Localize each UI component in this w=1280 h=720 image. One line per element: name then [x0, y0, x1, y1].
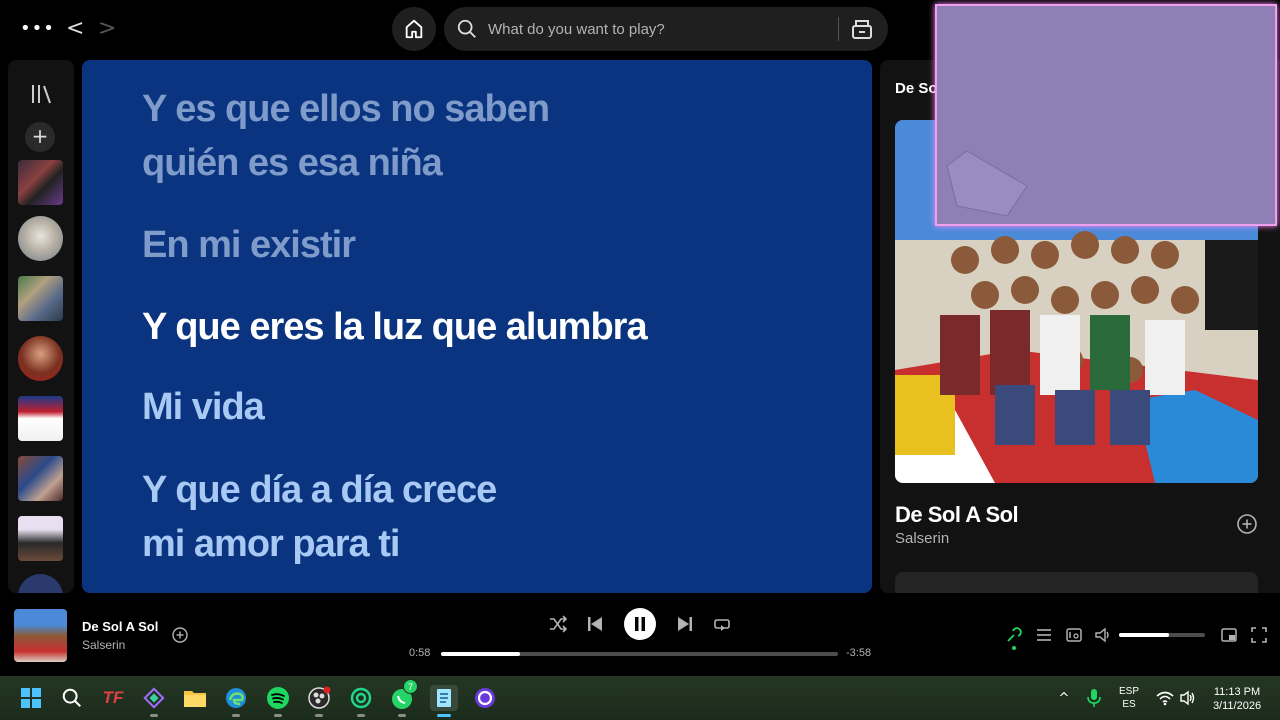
- lyric-line[interactable]: En mi existir: [142, 218, 356, 272]
- windows-logo-icon: [21, 688, 41, 708]
- clock[interactable]: 11:13 PM 3/11/2026: [1204, 685, 1270, 713]
- active-indicator: [437, 714, 451, 717]
- create-playlist-button[interactable]: +: [25, 122, 55, 152]
- fullscreen-icon[interactable]: [1250, 626, 1268, 644]
- library-item-album[interactable]: [18, 516, 63, 561]
- running-indicator: [398, 714, 406, 717]
- lyrics-active-indicator: [1012, 646, 1016, 650]
- now-playing-artist-link[interactable]: Salserin: [82, 638, 125, 652]
- lyric-line[interactable]: mi amor para ti: [142, 517, 400, 571]
- obs-app-icon[interactable]: [306, 685, 332, 717]
- keyboard-layout-code: ES: [1122, 699, 1136, 710]
- picture-in-picture-overlay[interactable]: [935, 4, 1277, 226]
- forward-arrow-icon[interactable]: >: [98, 16, 116, 41]
- pause-button[interactable]: [624, 608, 656, 640]
- library-icon[interactable]: [29, 82, 53, 106]
- library-sidebar: +: [8, 60, 74, 593]
- previous-track-icon[interactable]: [585, 614, 605, 634]
- spotify-taskbar-icon[interactable]: [265, 685, 291, 717]
- artist-about-card[interactable]: [895, 572, 1258, 593]
- running-indicator: [232, 714, 240, 717]
- clock-time: 11:13 PM: [1213, 686, 1261, 698]
- library-item-artist-2[interactable]: [18, 336, 63, 381]
- start-button[interactable]: [18, 685, 44, 711]
- remaining-time: -3:58: [846, 647, 872, 659]
- lyrics-panel: Y es que ellos no saben quién es esa niñ…: [82, 60, 872, 593]
- clock-date: 3/11/2026: [1212, 700, 1262, 712]
- search-divider: [838, 17, 839, 41]
- now-playing-cover[interactable]: [14, 609, 67, 662]
- chatgpt-app-icon[interactable]: [348, 685, 374, 717]
- next-track-icon[interactable]: [675, 614, 695, 634]
- edge-browser-icon[interactable]: [223, 685, 249, 717]
- search-icon: [62, 688, 81, 707]
- queue-icon[interactable]: [1035, 626, 1053, 644]
- library-item-artist-3[interactable]: [18, 574, 63, 593]
- input-language[interactable]: ESP ES: [1115, 685, 1143, 711]
- home-button[interactable]: [392, 7, 436, 51]
- lyrics-icon[interactable]: [1005, 626, 1023, 644]
- library-item-playlist-1[interactable]: [18, 160, 63, 205]
- now-playing-artist[interactable]: Salserin: [895, 530, 949, 547]
- pip-video-frame: [946, 150, 1028, 217]
- shuffle-icon[interactable]: [548, 614, 568, 634]
- lyric-line-current[interactable]: Y que eres la luz que alumbra: [142, 300, 648, 354]
- playback-progress-bar[interactable]: [441, 652, 838, 656]
- running-indicator: [315, 714, 323, 717]
- taskbar-search-button[interactable]: [59, 685, 85, 711]
- taskbar: TF 7 ^ ESP ES 11:13 PM 3/11/2026: [0, 676, 1280, 720]
- search-icon[interactable]: [456, 18, 478, 40]
- library-item-podcast[interactable]: [18, 396, 63, 441]
- lyric-line[interactable]: quién es esa niña: [142, 136, 443, 190]
- lyric-line[interactable]: Mi vida: [142, 380, 265, 434]
- cortana-app-icon[interactable]: [472, 685, 498, 711]
- volume-slider[interactable]: [1119, 633, 1205, 637]
- now-playing-song-title[interactable]: De Sol A Sol: [895, 502, 1019, 528]
- now-playing-title[interactable]: De Sol A Sol: [82, 619, 158, 634]
- browse-icon[interactable]: [850, 18, 874, 40]
- home-icon: [405, 19, 423, 39]
- file-explorer-icon[interactable]: [182, 685, 208, 711]
- running-indicator: [150, 714, 158, 717]
- library-item-playlist-2[interactable]: [18, 276, 63, 321]
- library-item-playlist-3[interactable]: [18, 456, 63, 501]
- lyric-line[interactable]: Y es que ellos no saben: [142, 82, 550, 136]
- playback-progress-fill: [441, 652, 521, 656]
- speaker-icon[interactable]: [1175, 685, 1201, 711]
- back-arrow-icon[interactable]: <: [66, 16, 84, 41]
- search-bar: [444, 7, 888, 51]
- show-hidden-icons-chevron-icon[interactable]: ^: [1051, 685, 1077, 711]
- repeat-icon[interactable]: [712, 614, 732, 634]
- elapsed-time: 0:58: [409, 647, 431, 659]
- tf-app-icon[interactable]: TF: [100, 685, 126, 711]
- running-indicator: [357, 714, 365, 717]
- whatsapp-icon[interactable]: 7: [389, 679, 418, 717]
- lyric-line[interactable]: Y que día a día crece: [142, 463, 497, 517]
- library-item-artist-1[interactable]: [18, 216, 63, 261]
- player-bar: De Sol A Sol Salserin 0:58 -3:58: [0, 600, 1280, 674]
- volume-slider-fill: [1119, 633, 1169, 637]
- running-indicator: [274, 714, 282, 717]
- diamond-app-icon[interactable]: [141, 685, 167, 717]
- microphone-icon[interactable]: [1081, 685, 1107, 711]
- add-to-library-icon[interactable]: [1236, 513, 1258, 535]
- input-language-code: ESP: [1118, 686, 1139, 697]
- main-menu-icon[interactable]: •••: [20, 18, 55, 39]
- search-input[interactable]: [488, 7, 828, 51]
- add-to-liked-icon[interactable]: [171, 626, 189, 644]
- volume-icon[interactable]: [1094, 626, 1112, 644]
- connect-device-icon[interactable]: [1065, 626, 1083, 644]
- notepad-app-icon[interactable]: [430, 685, 458, 717]
- miniplayer-icon[interactable]: [1220, 626, 1238, 644]
- pause-icon: [635, 617, 645, 631]
- whatsapp-notification-badge: 7: [403, 679, 418, 694]
